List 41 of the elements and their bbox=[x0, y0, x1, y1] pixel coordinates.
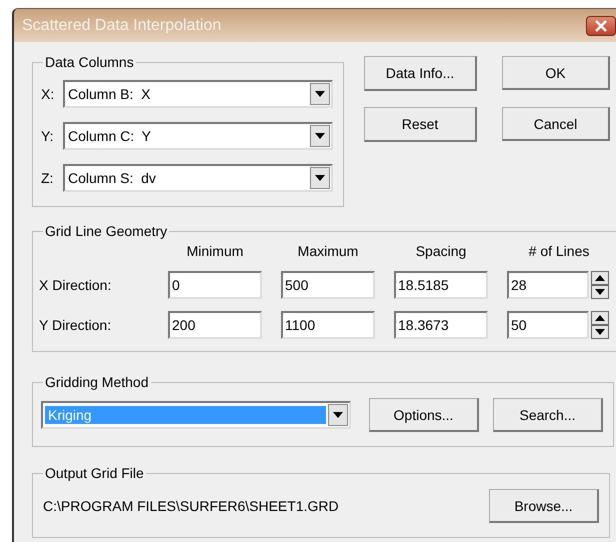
column-header: Spacing bbox=[414, 243, 468, 259]
lines-field[interactable]: 28 bbox=[507, 271, 589, 299]
spinner-icon[interactable] bbox=[591, 271, 609, 299]
group-label: Gridding Method bbox=[44, 374, 150, 390]
dropdown-arrow-icon bbox=[315, 175, 325, 181]
browse-button[interactable]: Browse... bbox=[489, 489, 599, 523]
dialog-button[interactable]: Search... bbox=[493, 398, 603, 432]
spacing-field[interactable]: 18.3673 bbox=[394, 311, 488, 339]
column-dropdown[interactable]: Column C: Y bbox=[63, 122, 333, 150]
maximum-field[interactable]: 1100 bbox=[281, 311, 375, 339]
axis-label: Z: bbox=[41, 170, 54, 186]
lines-field[interactable]: 50 bbox=[507, 311, 589, 339]
dropdown-arrow-icon bbox=[315, 91, 325, 97]
close-button[interactable] bbox=[586, 16, 616, 36]
column-header: Maximum bbox=[296, 243, 360, 259]
maximum-field[interactable]: 500 bbox=[281, 271, 375, 299]
dialog-button[interactable]: Data Info... bbox=[364, 56, 477, 91]
window-title: Scattered Data Interpolation bbox=[22, 16, 222, 34]
row-label: Y Direction: bbox=[39, 317, 112, 333]
minimum-field[interactable]: 0 bbox=[168, 271, 262, 299]
column-dropdown[interactable]: Column S: dv bbox=[63, 164, 333, 192]
dialog-button[interactable]: Options... bbox=[369, 398, 479, 432]
axis-label: X: bbox=[41, 86, 56, 102]
dialog-button[interactable]: OK bbox=[502, 56, 610, 90]
group-label: Data Columns bbox=[44, 54, 135, 70]
dropdown-arrow-icon bbox=[333, 412, 343, 418]
spinner-icon[interactable] bbox=[591, 311, 609, 339]
column-header: # of Lines bbox=[528, 243, 590, 259]
dialog-button[interactable]: Cancel bbox=[502, 107, 610, 141]
column-header: Minimum bbox=[186, 243, 244, 259]
dialog-button[interactable]: Reset bbox=[364, 107, 477, 142]
group-label: Output Grid File bbox=[44, 465, 145, 481]
axis-label: Y: bbox=[41, 128, 54, 144]
column-dropdown[interactable]: Column B: X bbox=[63, 80, 333, 108]
close-icon bbox=[594, 20, 608, 32]
dropdown-arrow-icon bbox=[315, 133, 325, 139]
spacing-field[interactable]: 18.5185 bbox=[394, 271, 488, 299]
minimum-field[interactable]: 200 bbox=[168, 311, 262, 339]
group-label: Grid Line Geometry bbox=[44, 223, 168, 239]
file-path: C:\PROGRAM FILES\SURFER6\SHEET1.GRD bbox=[42, 498, 339, 514]
row-label: X Direction: bbox=[39, 277, 112, 293]
